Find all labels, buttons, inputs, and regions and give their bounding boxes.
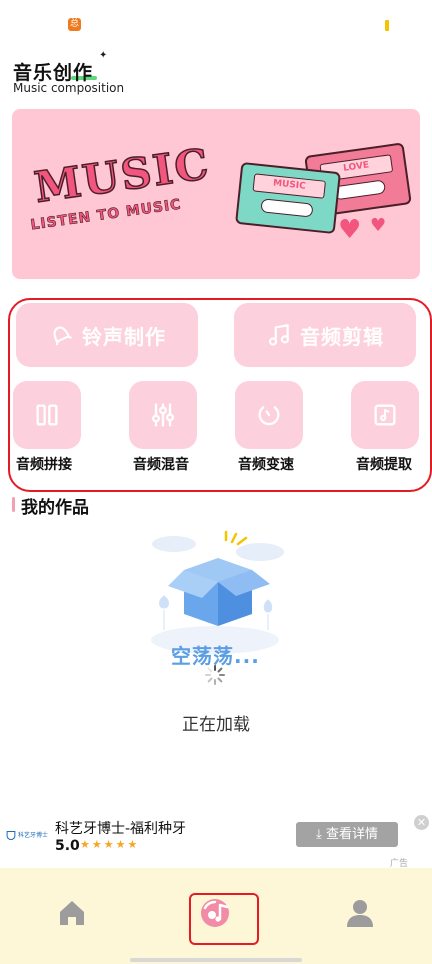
ringtone-button[interactable]: 铃声制作 xyxy=(16,303,198,367)
audio-extract-button[interactable] xyxy=(351,381,419,449)
my-works-title: 我的作品 xyxy=(21,498,89,518)
heart-icon: ♥ xyxy=(370,215,387,236)
loading-text: 正在加载 xyxy=(182,715,250,735)
ringtone-label: 铃声制作 xyxy=(82,324,166,349)
bell-icon xyxy=(53,326,72,346)
cassette-window xyxy=(332,179,387,201)
loading-spinner-icon xyxy=(205,665,225,685)
ad-logo: ᗜ 科艺牙博士 xyxy=(6,828,50,844)
download-icon: ⤓ xyxy=(316,827,326,842)
speed-dial-icon xyxy=(258,406,280,426)
music-note-icon xyxy=(268,324,290,346)
app-notification-icon: 总 xyxy=(68,18,81,31)
tab-profile[interactable] xyxy=(330,888,390,938)
home-indicator[interactable] xyxy=(130,958,302,962)
heart-icon: ♥ xyxy=(338,215,362,245)
home-icon xyxy=(60,901,84,925)
audio-join-button[interactable] xyxy=(13,381,81,449)
person-icon xyxy=(347,900,373,927)
ad-banner[interactable]: ᗜ 科艺牙博士 科艺牙博士-福利种牙 5.0 ★★★★★ ⤓ 查看详情 ✕ 广告 xyxy=(0,812,432,869)
music-file-icon xyxy=(374,404,396,426)
audio-speed-label: 音频变速 xyxy=(238,457,294,473)
pause-bars-icon xyxy=(36,404,58,426)
ad-rating: 5.0 xyxy=(55,838,80,854)
audio-mix-label: 音频混音 xyxy=(133,457,189,473)
banner-headline: MUSIC xyxy=(31,138,214,213)
music-banner[interactable]: MUSIC LISTEN TO MUSIC LOVE MUSIC ♥ ♥ xyxy=(12,109,420,279)
page-subtitle: Music composition xyxy=(13,81,125,95)
audio-join-label: 音频拼接 xyxy=(16,457,72,473)
status-bar: 总 xyxy=(0,0,432,48)
battery-icon xyxy=(385,20,389,31)
active-tab-highlight-frame xyxy=(189,893,259,945)
audio-speed-button[interactable] xyxy=(235,381,303,449)
cassette-front-label: MUSIC xyxy=(252,173,326,199)
ad-view-details-button[interactable]: ⤓ 查看详情 xyxy=(296,822,398,847)
ad-title: 科艺牙博士-福利种牙 xyxy=(55,821,187,837)
ad-logo-text: 科艺牙博士 xyxy=(18,832,49,839)
tab-home[interactable] xyxy=(42,888,102,938)
audio-cut-button[interactable]: 音频剪辑 xyxy=(234,303,416,367)
audio-extract-label: 音频提取 xyxy=(356,457,412,473)
cassette-window xyxy=(260,198,314,218)
cassette-front-illustration: MUSIC xyxy=(235,161,341,235)
ad-close-icon[interactable]: ✕ xyxy=(414,815,429,830)
audio-mix-button[interactable] xyxy=(129,381,197,449)
ad-cta-label: 查看详情 xyxy=(325,827,378,842)
section-accent-bar xyxy=(12,497,15,512)
tooth-icon: ᗜ xyxy=(6,829,16,843)
page-header: 音乐创作 ✦ Music composition xyxy=(13,50,213,100)
audio-cut-label: 音频剪辑 xyxy=(300,324,384,349)
ad-star-rating-icon: ★★★★★ xyxy=(80,838,140,851)
sliders-icon xyxy=(152,403,174,427)
sparkle-icon: ✦ xyxy=(99,50,108,61)
